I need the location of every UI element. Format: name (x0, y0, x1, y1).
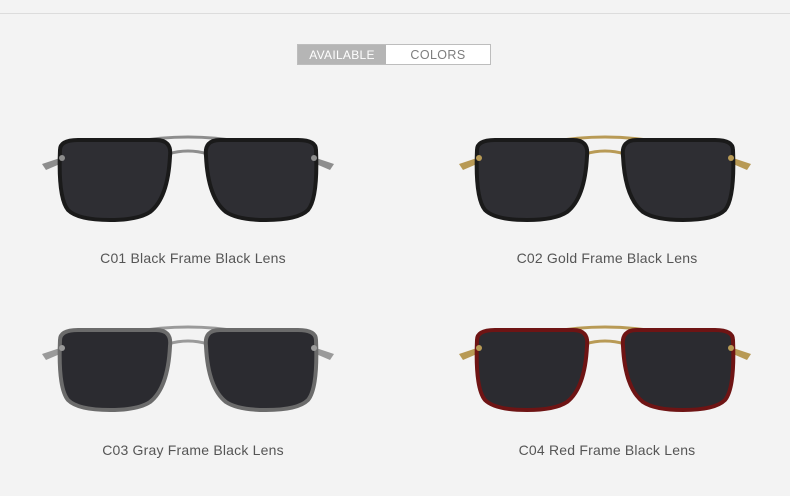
top-divider (0, 13, 790, 14)
product-c04-image (455, 318, 755, 438)
available-label: AVAILABLE (298, 45, 386, 64)
product-c02-image (455, 128, 755, 248)
product-c04-caption: C04 Red Frame Black Lens (518, 442, 696, 458)
product-c03-caption: C03 Gray Frame Black Lens (102, 442, 284, 458)
product-c03-image (38, 318, 338, 438)
available-colors-header: AVAILABLE COLORS (297, 44, 491, 65)
sunglasses-c01-icon (42, 135, 334, 223)
product-c01-image (38, 128, 338, 248)
product-c02-caption: C02 Gold Frame Black Lens (516, 250, 698, 266)
sunglasses-c03-icon (42, 325, 334, 413)
sunglasses-c02-icon (459, 135, 751, 223)
sunglasses-c04-icon (459, 325, 751, 413)
product-c01-caption: C01 Black Frame Black Lens (100, 250, 286, 266)
colors-label: COLORS (410, 47, 466, 62)
